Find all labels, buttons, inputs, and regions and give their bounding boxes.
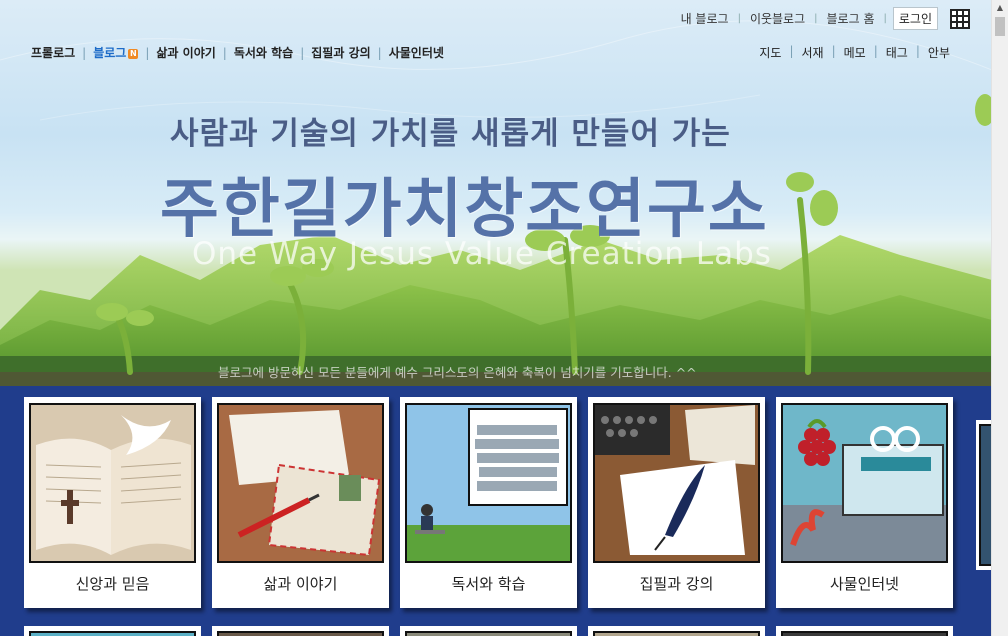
category-card-faith[interactable]: 신앙과 믿음 [24,397,201,608]
category-card-row2[interactable] [24,626,201,636]
new-badge: N [128,49,139,59]
category-card-reading[interactable]: 독서와 학습 [400,397,577,608]
divider: | [82,45,87,60]
blog-header-banner: 사람과 기술의 가치를 새롭게 만들어 가는 주한길가치창조연구소 One Wa… [0,0,992,386]
nav-writing-lecture[interactable]: 집필과 강의 [311,44,370,61]
divider: | [222,45,227,60]
divider: | [300,45,305,60]
nav-guestbook[interactable]: 안부 [928,44,950,61]
nav-blog[interactable]: 블로그 N [93,44,139,61]
nav-life-stories[interactable]: 삶과 이야기 [156,44,215,61]
login-button[interactable]: 로그인 [892,7,938,30]
category-label: 삶과 이야기 [263,575,338,593]
my-blog-link[interactable]: 내 블로그 [672,10,738,27]
banner-welcome-message: 블로그에 방문하신 모든 분들에게 예수 그리스도의 은혜와 축복이 넘치기를 … [218,365,697,380]
nav-map[interactable]: 지도 [759,44,781,61]
typewriter-image [593,403,760,563]
category-card-row2[interactable] [588,626,765,636]
nav-prologue[interactable]: 프롤로그 [31,44,75,61]
category-card-life[interactable]: 삶과 이야기 [212,397,389,608]
page-scrollbar[interactable]: ▲ [991,0,1008,636]
nav-iot[interactable]: 사물인터넷 [389,44,444,61]
scrollbar-thumb[interactable] [995,17,1005,36]
nav-library[interactable]: 서재 [801,44,823,61]
divider: | [831,44,836,58]
category-grid: 신앙과 믿음 삶과 이야기 독서와 학습 집필과 강의 사물인터넷 [0,386,992,636]
raspberry-arduino-image [781,403,948,563]
utility-bar: 내 블로그 | 이웃블로그 | 블로그 홈 | 로그인 [672,7,970,30]
category-card-row2[interactable] [776,626,953,636]
divider: | [873,44,878,58]
main-navigation: 프롤로그 | 블로그 N | 삶과 이야기 | 독서와 학습 | 집필과 강의 |… [31,44,444,61]
divider: | [377,45,382,60]
category-label: 신앙과 믿음 [75,575,150,593]
divider: | [883,13,887,24]
nav-tags[interactable]: 태그 [886,44,908,61]
banner-brand-english: One Way Jesus Value Creation Labs [192,236,772,272]
scroll-up-arrow-icon[interactable]: ▲ [992,0,1008,16]
category-card-writing[interactable]: 집필과 강의 [588,397,765,608]
nav-memo[interactable]: 메모 [844,44,866,61]
banner-slogan: 사람과 기술의 가치를 새롭게 만들어 가는 [170,116,731,152]
open-bible-image [29,403,196,563]
blog-home-link[interactable]: 블로그 홈 [818,10,884,27]
nav-reading-study[interactable]: 독서와 학습 [234,44,293,61]
divider: | [789,44,794,58]
next-card-peek [976,420,992,570]
nav-blog-label: 블로그 [93,46,127,60]
neighbor-blog-link[interactable]: 이웃블로그 [741,10,814,27]
category-card-row2[interactable] [400,626,577,636]
category-card-row2[interactable] [212,626,389,636]
letters-image [217,403,384,563]
category-label: 집필과 강의 [639,575,714,593]
sub-navigation: 지도 | 서재 | 메모 | 태그 | 안부 [759,44,950,61]
category-label: 사물인터넷 [829,575,899,593]
category-label: 독서와 학습 [451,575,526,593]
divider: | [915,44,920,58]
books-image [405,403,572,563]
grid-icon[interactable] [950,8,970,29]
category-card-iot[interactable]: 사물인터넷 [776,397,953,608]
divider: | [145,45,150,60]
